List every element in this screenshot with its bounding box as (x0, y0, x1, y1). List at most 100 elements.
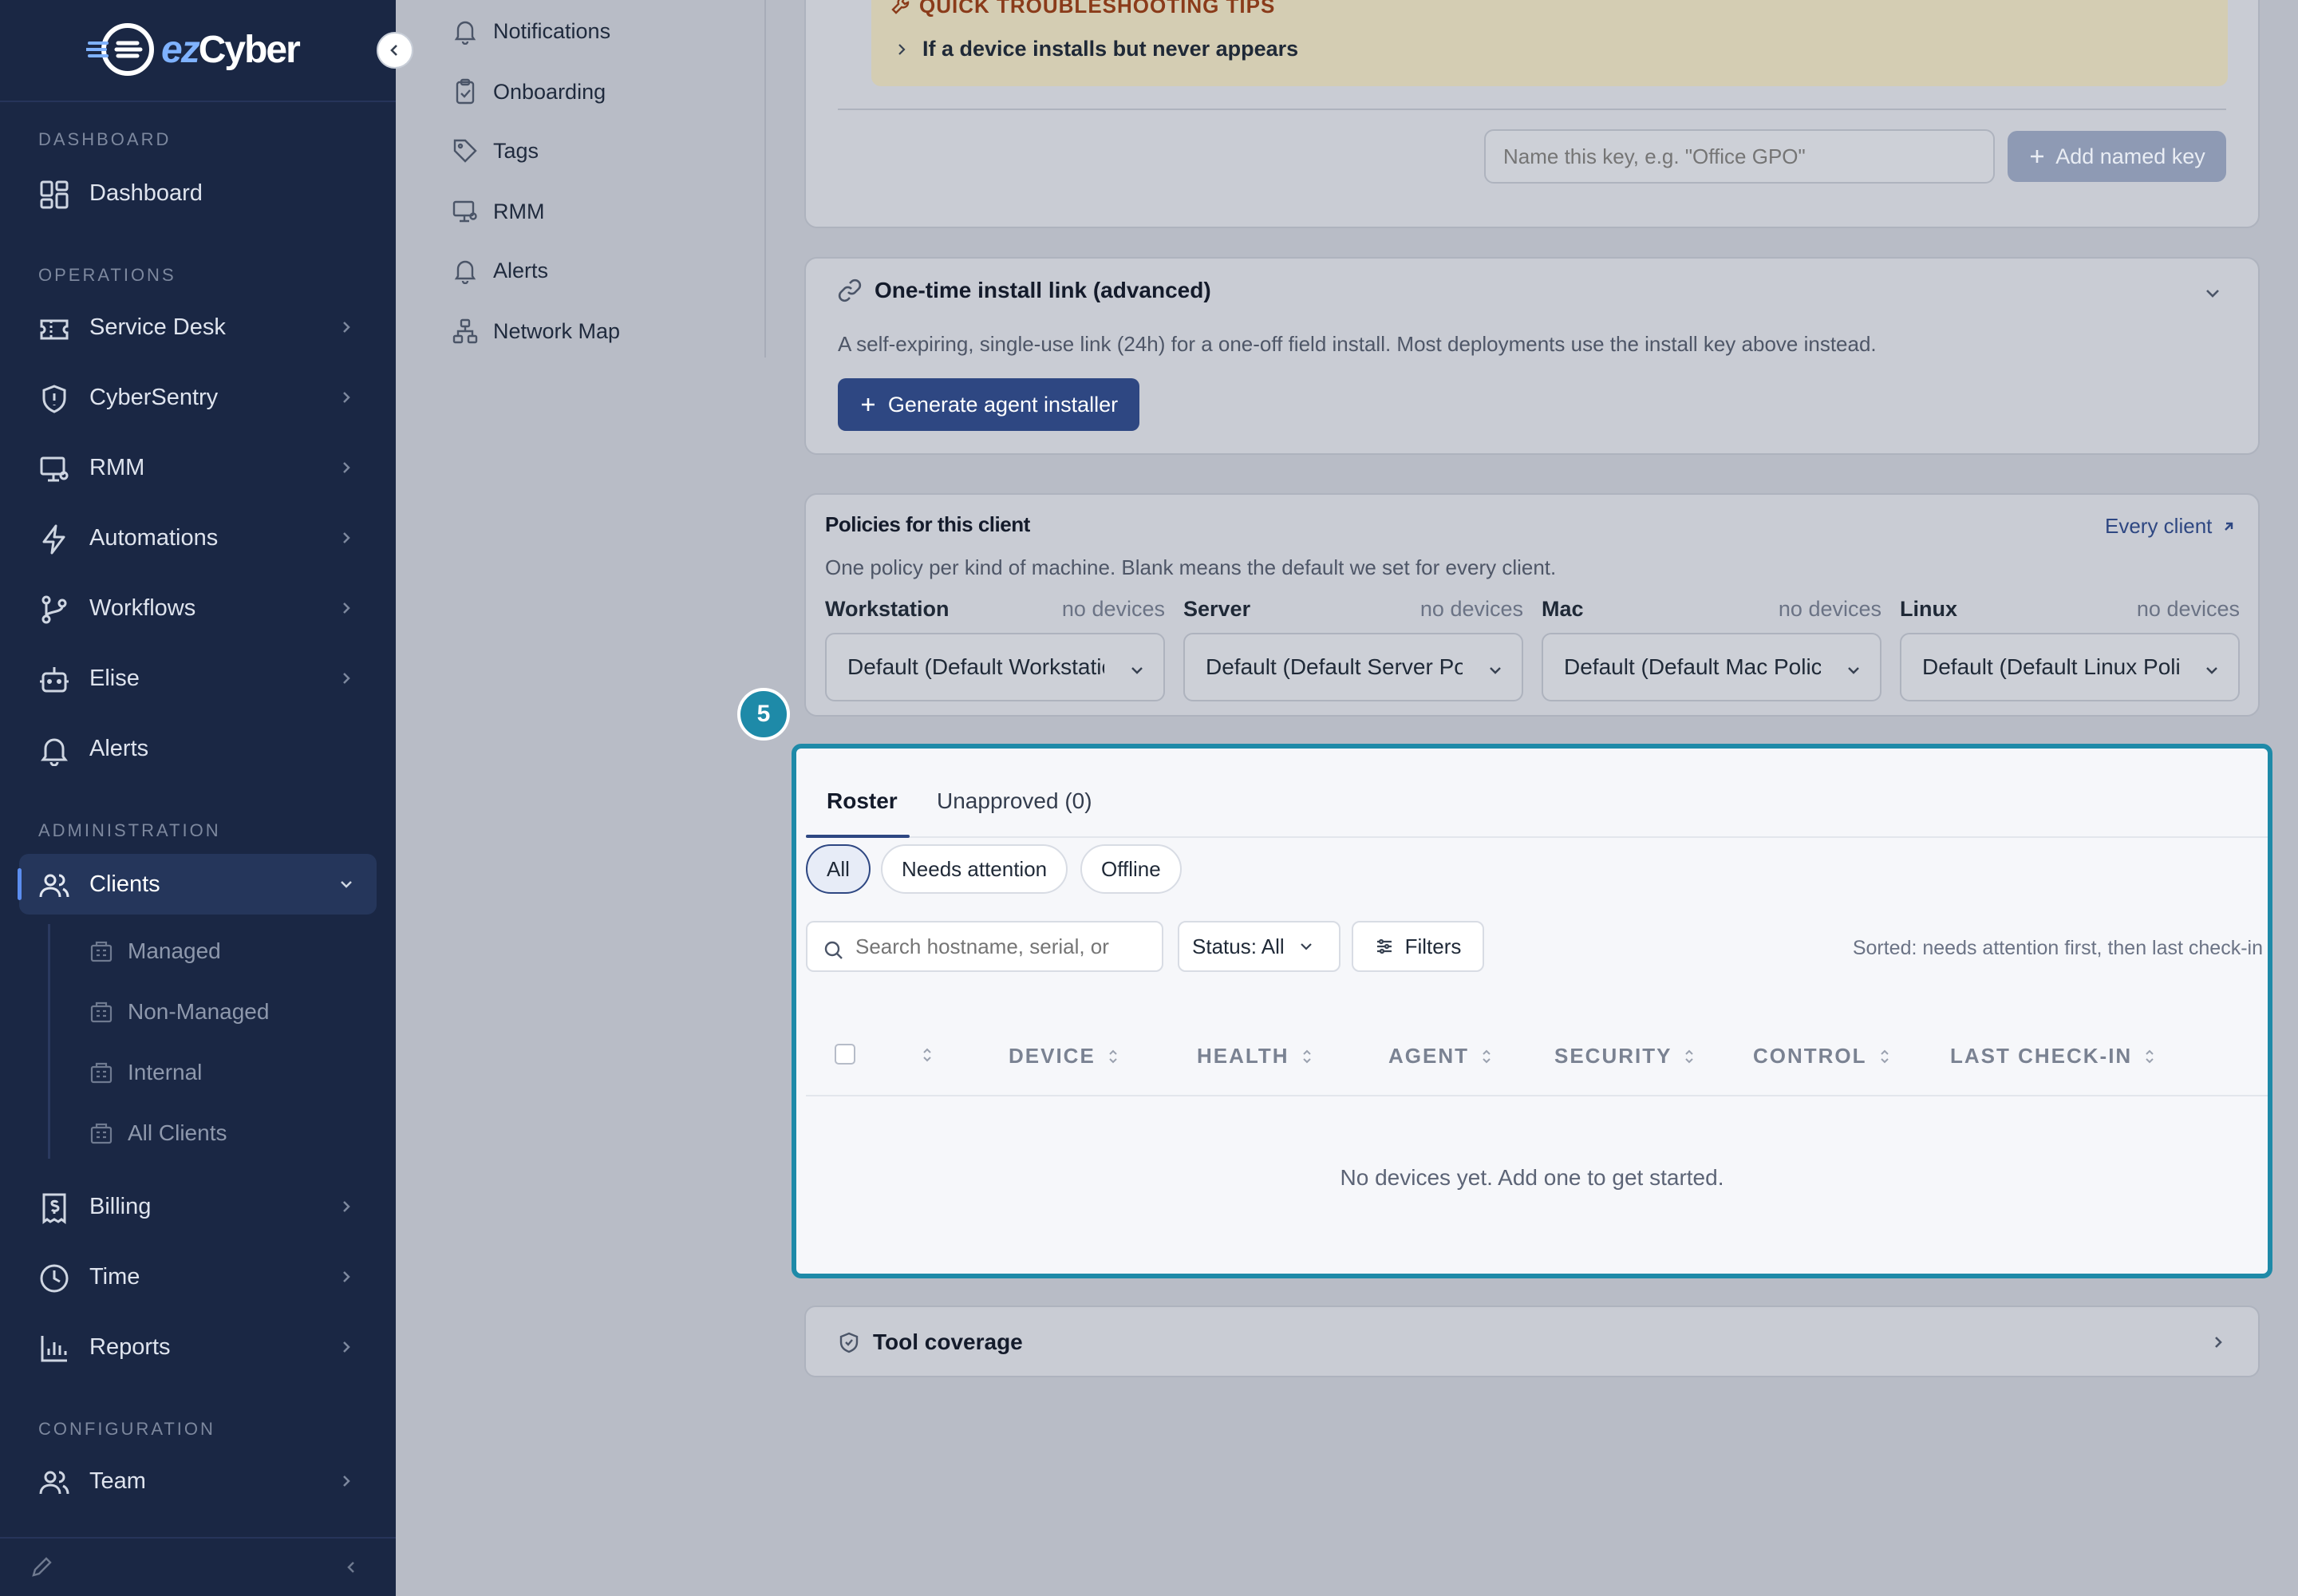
filter-chip-needs-attention[interactable]: Needs attention (881, 844, 1068, 894)
policy-linux: Linux no devices Default (Default Linux P… (1900, 597, 2240, 701)
ticket-icon (40, 319, 69, 340)
menu-item-notifications[interactable]: Notifications (452, 11, 610, 51)
menu-item-network-map[interactable]: Network Map (452, 311, 620, 351)
sidebar-item-automations[interactable]: Automations (19, 508, 377, 568)
policy-server-select[interactable]: Default (Default Server Policy) (1183, 633, 1523, 701)
section-label-configuration: CONFIGURATION (38, 1419, 215, 1439)
chevron-down-icon (1848, 667, 1859, 674)
sidebar-item-label: Service Desk (89, 314, 226, 340)
chevron-right-icon (343, 1476, 350, 1487)
policy-label: Workstation (825, 597, 950, 621)
sidebar-item-label: Billing (89, 1193, 152, 1219)
column-health[interactable]: HEALTH (1197, 1044, 1313, 1069)
chevron-down-icon[interactable] (2204, 284, 2221, 302)
device-roster-panel: Roster Unapproved (0) All Needs attentio… (792, 744, 2272, 1278)
policy-mac-select[interactable]: Default (Default Mac Policy) (1542, 633, 1881, 701)
logo-text-cyber: Cyber (198, 28, 301, 71)
clipboard-check-icon (456, 78, 475, 105)
sidebar-item-service-desk[interactable]: Service Desk (19, 297, 377, 358)
policy-count: no devices (1061, 597, 1165, 621)
filters-button[interactable]: Filters (1352, 921, 1484, 972)
tool-coverage-card[interactable]: Tool coverage (804, 1306, 2260, 1377)
add-named-key-button[interactable]: Add named key (2008, 131, 2226, 182)
generate-agent-installer-button[interactable]: Generate agent installer (838, 378, 1139, 431)
install-link-title: One-time install link (advanced) (875, 278, 1211, 302)
menu-item-label: Notifications (493, 18, 611, 43)
sidebar-item-reports[interactable]: Reports (19, 1317, 377, 1377)
column-last-check-in[interactable]: LAST CHECK-IN (1950, 1044, 2156, 1069)
collapse-sidebar-icon[interactable] (343, 1559, 359, 1575)
chevron-down-icon (1490, 667, 1501, 674)
sidebar-collapse-button[interactable] (377, 32, 413, 69)
chevron-right-icon (343, 1201, 350, 1212)
column-control[interactable]: CONTROL (1753, 1044, 1891, 1069)
policy-mac: Mac no devices Default (Default Mac Polic… (1542, 597, 1881, 701)
sidebar-divider (0, 101, 396, 102)
sidebar-item-workflows[interactable]: Workflows (19, 578, 377, 638)
chevron-right-icon (343, 322, 350, 333)
sort-icon[interactable] (921, 1045, 934, 1065)
select-all-checkbox[interactable] (835, 1044, 855, 1065)
column-label: HEALTH (1197, 1044, 1289, 1068)
submenu-rail (48, 924, 50, 1159)
network-icon (452, 318, 478, 344)
filter-chip-all[interactable]: All (806, 844, 871, 894)
install-link-header[interactable]: One-time install link (advanced) (838, 278, 1211, 303)
policy-workstation-select[interactable]: Default (Default Workstation Policy) (825, 633, 1165, 701)
receipt-dollar-icon (42, 1193, 66, 1224)
monitor-cog-icon (40, 456, 69, 482)
sidebar-item-cybersentry[interactable]: CyberSentry (19, 367, 377, 428)
sidebar-item-rmm[interactable]: RMM (19, 437, 377, 498)
policy-linux-select[interactable]: Default (Default Linux Policy) (1900, 633, 2240, 701)
chevron-right-icon (343, 602, 350, 614)
tool-coverage-title: Tool coverage (873, 1329, 1023, 1354)
section-label-operations: OPERATIONS (38, 265, 176, 285)
plus-icon (861, 398, 875, 411)
brand-logo[interactable]: ezCyber (86, 19, 301, 80)
sidebar-subitem-internal[interactable]: Internal (89, 1053, 202, 1092)
every-client-link[interactable]: Every client (2105, 514, 2236, 539)
column-label: LAST CHECK-IN (1950, 1044, 2133, 1068)
sidebar-subitem-managed[interactable]: Managed (89, 931, 221, 971)
sidebar-subitem-non-managed[interactable]: Non-Managed (89, 992, 269, 1032)
active-tab-indicator (806, 835, 910, 838)
bell-icon (41, 738, 68, 766)
menu-item-tags[interactable]: Tags (452, 131, 539, 171)
chevron-right-icon (343, 1341, 350, 1353)
monitor-cog-icon (452, 200, 477, 223)
column-device[interactable]: DEVICE (1009, 1044, 1119, 1069)
column-agent[interactable]: AGENT (1388, 1044, 1493, 1069)
pencil-icon[interactable] (30, 1555, 54, 1578)
troubleshooting-tips: QUICK TROUBLESHOOTING TIPS If a device i… (871, 0, 2228, 86)
tips-row[interactable]: If a device installs but never appears (895, 37, 1298, 61)
sidebar-item-time[interactable]: Time (19, 1246, 377, 1307)
named-key-input[interactable] (1484, 129, 1995, 184)
sidebar-item-label: Team (89, 1468, 146, 1494)
menu-item-alerts[interactable]: Alerts (452, 251, 548, 290)
dashboard-grid-icon (40, 180, 69, 209)
sidebar-item-dashboard[interactable]: Dashboard (19, 163, 377, 223)
sidebar-item-clients[interactable]: Clients (18, 854, 377, 915)
sidebar-item-alerts[interactable]: Alerts (19, 718, 377, 779)
filter-chip-offline[interactable]: Offline (1080, 844, 1182, 894)
sidebar-subitem-all-clients[interactable]: All Clients (89, 1113, 227, 1153)
tab-unapproved[interactable]: Unapproved (0) (937, 788, 1092, 814)
device-search-input[interactable] (806, 921, 1163, 972)
status-filter-dropdown[interactable]: Status: All (1178, 921, 1340, 972)
policy-label: Mac (1542, 597, 1584, 621)
tab-roster[interactable]: Roster (827, 788, 898, 814)
tips-row-label: If a device installs but never appears (922, 37, 1299, 61)
sidebar-item-billing[interactable]: Billing (19, 1176, 377, 1237)
external-arrow-icon (2225, 522, 2233, 531)
sidebar-item-label: Automations (89, 524, 219, 551)
column-label: AGENT (1388, 1044, 1469, 1068)
sidebar-item-team[interactable]: Team (19, 1451, 377, 1511)
menu-item-rmm[interactable]: RMM (452, 192, 544, 231)
column-label: DEVICE (1009, 1044, 1096, 1068)
building-icon (90, 1001, 113, 1023)
menu-item-onboarding[interactable]: Onboarding (452, 72, 606, 112)
add-named-key-label: Add named key (2055, 144, 2205, 168)
filters-label: Filters (1404, 934, 1462, 958)
column-security[interactable]: SECURITY (1554, 1044, 1696, 1069)
sidebar-item-elise[interactable]: Elise (19, 648, 377, 709)
